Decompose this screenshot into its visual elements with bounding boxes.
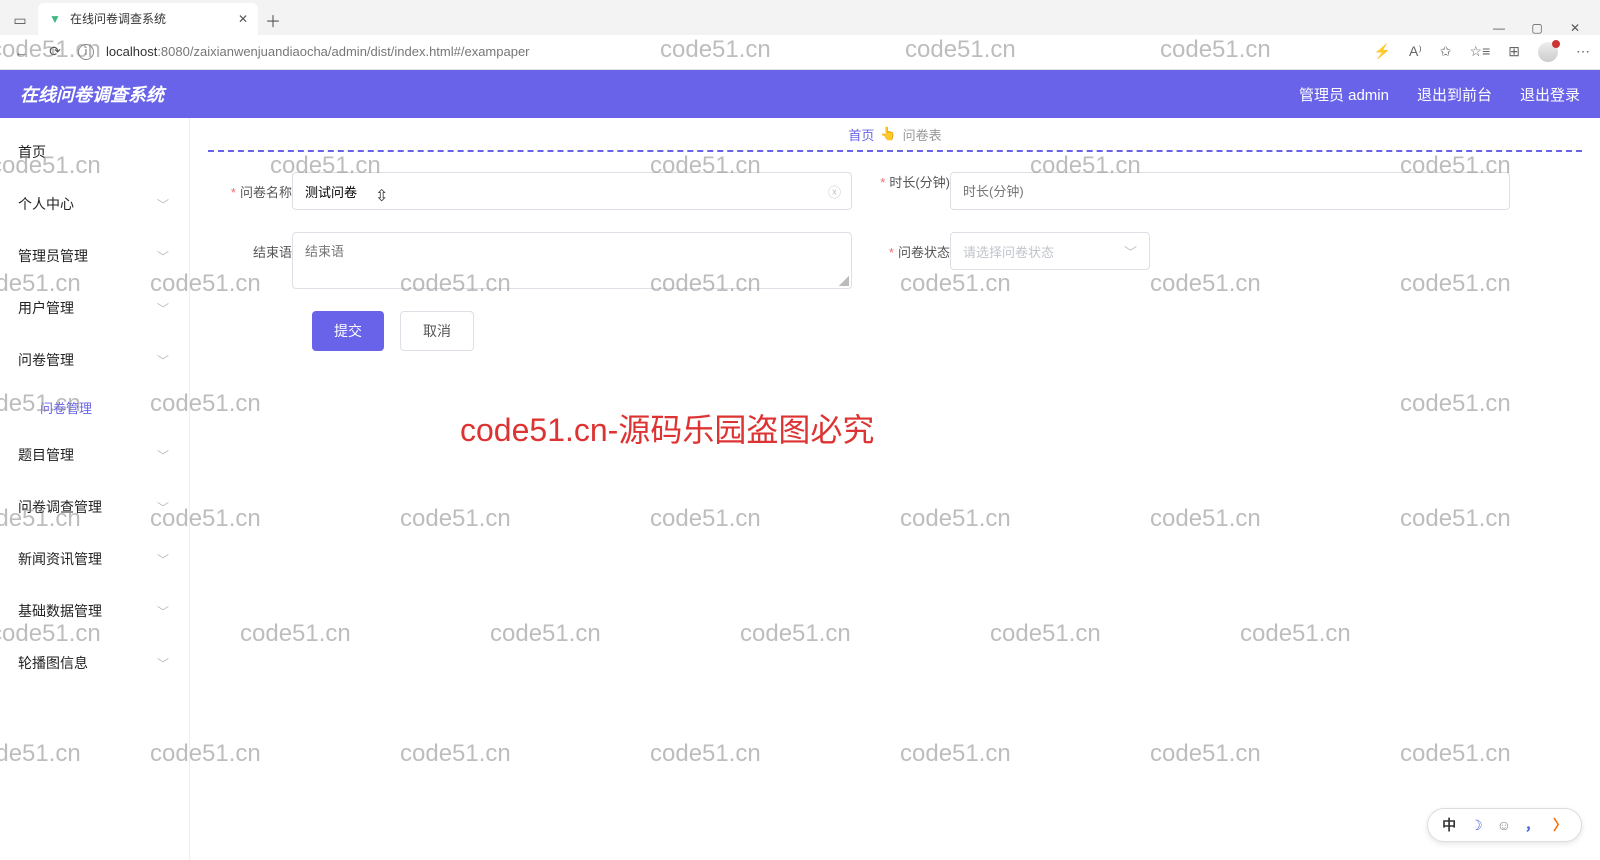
name-label: *问卷名称 xyxy=(214,172,292,201)
chevron-down-icon: ﹀ xyxy=(157,447,169,464)
sidebar-item-survey[interactable]: 问卷管理﹀ xyxy=(0,334,189,386)
duration-input[interactable] xyxy=(950,172,1510,210)
chevron-down-icon: ﹀ xyxy=(157,352,169,369)
main-content: 首页 👆 问卷表 *问卷名称 ⓧ *时长(分钟) 结束语 xyxy=(190,118,1600,860)
breadcrumb-current: 问卷表 xyxy=(903,125,942,144)
cancel-button[interactable]: 取消 xyxy=(400,311,474,351)
end-textarea-field[interactable] xyxy=(305,241,839,277)
status-select[interactable]: 请选择问卷状态 ﹀ xyxy=(950,232,1150,270)
new-tab-button[interactable]: ＋ xyxy=(258,5,288,35)
sidebar-item-basedata[interactable]: 基础数据管理﹀ xyxy=(0,585,189,637)
pointing-hand-icon: 👆 xyxy=(880,126,896,142)
sidebar-item-question[interactable]: 题目管理﹀ xyxy=(0,429,189,481)
more-icon[interactable]: ⋯ xyxy=(1576,43,1590,60)
window-controls: ― ▢ ✕ xyxy=(1492,21,1600,35)
back-icon[interactable]: ← xyxy=(10,44,32,60)
browser-toolbar: ← ⟳ i localhost:8080/zaixianwenjuandiaoc… xyxy=(0,35,1600,70)
chevron-down-icon: ﹀ xyxy=(157,300,169,317)
chevron-down-icon: ﹀ xyxy=(157,603,169,620)
wand-icon[interactable]: ⚡ xyxy=(1374,43,1391,60)
sidebar-item-home[interactable]: 首页 xyxy=(0,126,189,178)
breadcrumb-home[interactable]: 首页 xyxy=(848,125,874,144)
tab-bar: ▭ ▼ 在线问卷调查系统 ✕ ＋ ― ▢ ✕ xyxy=(0,0,1600,35)
chevron-down-icon: ﹀ xyxy=(157,248,169,265)
ime-lang[interactable]: 中 xyxy=(1442,815,1456,835)
browser-tab[interactable]: ▼ 在线问卷调查系统 ✕ xyxy=(38,3,258,35)
end-textarea[interactable] xyxy=(292,232,852,289)
to-front-link[interactable]: 退出到前台 xyxy=(1417,84,1492,105)
favorites-icon[interactable]: ☆≡ xyxy=(1470,43,1491,60)
sidebar-item-survey-investigate[interactable]: 问卷调查管理﹀ xyxy=(0,481,189,533)
collections-icon[interactable]: ⊞ xyxy=(1508,43,1520,60)
smile-icon[interactable]: ☺ xyxy=(1497,817,1511,833)
vue-favicon-icon: ▼ xyxy=(48,12,62,26)
end-label: 结束语 xyxy=(214,232,292,261)
app-header: 在线问卷调查系统 管理员 admin 退出到前台 退出登录 xyxy=(0,70,1600,118)
current-user[interactable]: 管理员 admin xyxy=(1299,84,1389,105)
name-input-field[interactable] xyxy=(305,184,839,199)
app-title: 在线问卷调查系统 xyxy=(20,81,164,107)
chevron-down-icon: ﹀ xyxy=(157,655,169,672)
address-bar[interactable]: localhost:8080/zaixianwenjuandiaocha/adm… xyxy=(106,44,530,59)
tabs-icon[interactable]: ▭ xyxy=(6,7,34,35)
close-window-icon[interactable]: ✕ xyxy=(1568,21,1582,35)
maximize-icon[interactable]: ▢ xyxy=(1530,21,1544,35)
dashed-separator xyxy=(208,150,1582,152)
name-input[interactable]: ⓧ xyxy=(292,172,852,210)
close-tab-icon[interactable]: ✕ xyxy=(238,12,248,26)
submit-button[interactable]: 提交 xyxy=(312,311,384,351)
chevron-down-icon: ﹀ xyxy=(157,499,169,516)
sidebar: 首页 个人中心﹀ 管理员管理﹀ 用户管理﹀ 问卷管理﹀ 问卷管理 题目管理﹀ 问… xyxy=(0,118,190,860)
sidebar-item-carousel[interactable]: 轮播图信息﹀ xyxy=(0,637,189,689)
duration-label: *时长(分钟) xyxy=(872,172,950,192)
star-outline-icon[interactable]: ✩ xyxy=(1440,43,1452,60)
clear-icon[interactable]: ⓧ xyxy=(828,182,841,201)
site-info-icon[interactable]: i xyxy=(78,44,94,60)
read-aloud-icon[interactable]: A⁾ xyxy=(1409,43,1422,60)
comma-icon[interactable]: ， xyxy=(1525,815,1539,835)
survey-form: *问卷名称 ⓧ *时长(分钟) 结束语 *问卷状态 xyxy=(190,172,1600,351)
status-placeholder: 请选择问卷状态 xyxy=(963,242,1054,261)
profile-avatar-icon[interactable] xyxy=(1538,42,1558,62)
sidebar-subitem-survey-manage[interactable]: 问卷管理 xyxy=(0,386,189,429)
logout-link[interactable]: 退出登录 xyxy=(1520,84,1580,105)
moon-icon[interactable]: ☽ xyxy=(1470,817,1483,834)
status-label: *问卷状态 xyxy=(872,232,950,261)
sidebar-item-news[interactable]: 新闻资讯管理﹀ xyxy=(0,533,189,585)
sidebar-item-users[interactable]: 用户管理﹀ xyxy=(0,282,189,334)
chevron-down-icon: ﹀ xyxy=(157,551,169,568)
sidebar-item-profile[interactable]: 个人中心﹀ xyxy=(0,178,189,230)
chevron-down-icon: ﹀ xyxy=(1124,242,1137,261)
tab-title: 在线问卷调查系统 xyxy=(70,10,166,27)
chevron-down-icon: ﹀ xyxy=(157,196,169,213)
ime-toolbar[interactable]: 中 ☽ ☺ ， 〉 xyxy=(1427,808,1582,842)
chevron-right-icon[interactable]: 〉 xyxy=(1553,815,1567,835)
duration-input-field[interactable] xyxy=(963,184,1497,199)
refresh-icon[interactable]: ⟳ xyxy=(44,43,66,60)
breadcrumb: 首页 👆 问卷表 xyxy=(190,118,1600,150)
minimize-icon[interactable]: ― xyxy=(1492,21,1506,35)
sidebar-item-admin[interactable]: 管理员管理﹀ xyxy=(0,230,189,282)
browser-chrome: ▭ ▼ 在线问卷调查系统 ✕ ＋ ― ▢ ✕ ← ⟳ i localhost:8… xyxy=(0,0,1600,70)
